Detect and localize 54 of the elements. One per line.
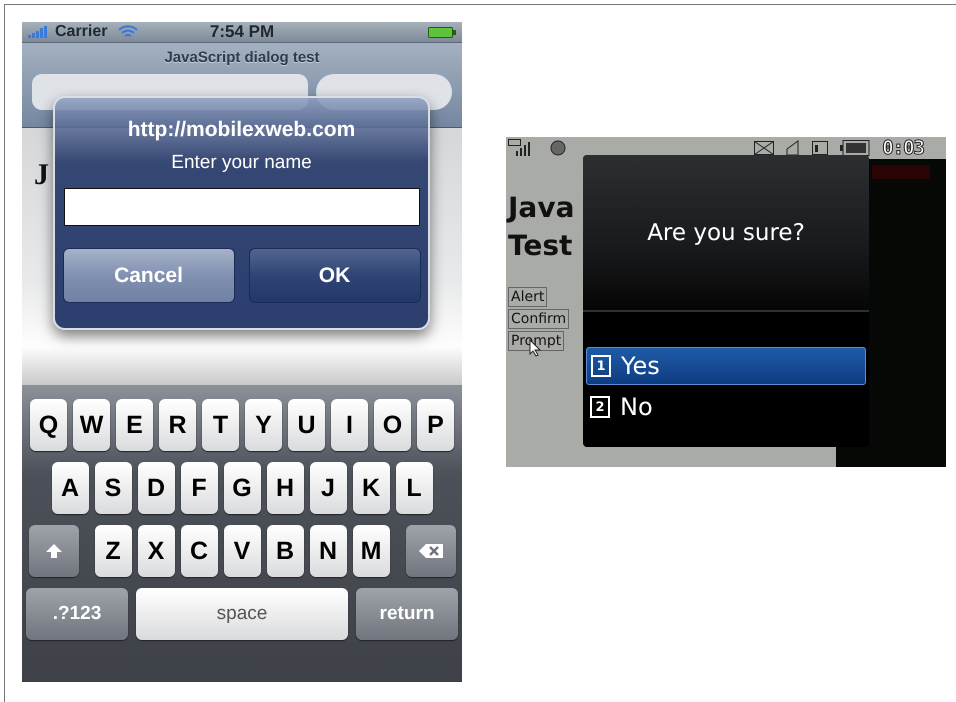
backspace-icon bbox=[418, 543, 444, 559]
circle-icon bbox=[550, 140, 566, 156]
status-time: 7:54 PM bbox=[208, 22, 276, 42]
keyboard-key[interactable]: K bbox=[352, 462, 390, 514]
keyboard-key[interactable]: Q bbox=[30, 399, 67, 451]
name-input-field[interactable] bbox=[64, 188, 420, 226]
keyboard-key[interactable]: T bbox=[202, 399, 239, 451]
shift-key[interactable] bbox=[28, 525, 78, 577]
wifi-icon bbox=[118, 25, 138, 39]
keyboard-key[interactable]: S bbox=[94, 462, 132, 514]
keyboard-key[interactable]: B bbox=[266, 525, 304, 577]
page-button[interactable]: Confirm bbox=[508, 309, 570, 329]
keyboard-key[interactable]: space bbox=[136, 588, 348, 640]
page-button[interactable]: Prompt bbox=[508, 331, 564, 351]
keyboard-key[interactable]: U bbox=[288, 399, 325, 451]
dialog-button[interactable]: OK bbox=[248, 248, 420, 303]
keyboard-key[interactable]: V bbox=[224, 525, 260, 577]
keyboard-key[interactable]: O bbox=[374, 399, 411, 451]
keyboard-key[interactable]: M bbox=[352, 525, 390, 577]
keyboard-key[interactable]: J bbox=[310, 462, 346, 514]
keyboard-key[interactable]: D bbox=[138, 462, 174, 514]
dialog-option[interactable]: 2 No bbox=[586, 389, 866, 425]
keyboard-key[interactable]: F bbox=[180, 462, 218, 514]
keyboard-key[interactable]: Z bbox=[94, 525, 132, 577]
envelope-icon bbox=[754, 141, 774, 155]
page-heading: Java bbox=[508, 190, 574, 226]
keyboard-key[interactable]: A bbox=[52, 462, 88, 514]
page-heading: Test bbox=[508, 228, 572, 264]
keyboard-key[interactable]: Y bbox=[245, 399, 282, 451]
keyboard-key[interactable]: P bbox=[417, 399, 454, 451]
battery-icon bbox=[428, 26, 456, 38]
keyboard-key[interactable]: H bbox=[266, 462, 304, 514]
page-title: JavaScript dialog test bbox=[163, 49, 321, 66]
memory-card-icon bbox=[812, 141, 828, 155]
keyboard-key[interactable]: I bbox=[331, 399, 368, 451]
up-arrow-icon bbox=[44, 542, 62, 560]
page-heading: J bbox=[34, 158, 49, 192]
dialog-title: http://mobilexweb.com bbox=[128, 118, 356, 142]
keyboard-key[interactable]: G bbox=[224, 462, 260, 514]
page-button[interactable]: Alert bbox=[508, 287, 548, 307]
dialog-message: Are you sure? bbox=[647, 220, 805, 246]
keyboard-key[interactable]: E bbox=[116, 399, 153, 451]
keyboard-key[interactable]: R bbox=[159, 399, 196, 451]
keyboard-key[interactable]: X bbox=[138, 525, 174, 577]
keyboard-key[interactable]: W bbox=[73, 399, 110, 451]
carrier-name: Carrier bbox=[55, 23, 108, 41]
dialog-option[interactable]: 1 Yes bbox=[586, 347, 866, 385]
signal-icon bbox=[28, 26, 50, 38]
status-time: 0:03 bbox=[882, 137, 924, 159]
keyboard-key[interactable]: C bbox=[180, 525, 218, 577]
dialog-message: Enter your name bbox=[171, 152, 312, 174]
backspace-key[interactable] bbox=[406, 525, 456, 577]
keyboard-key[interactable]: N bbox=[310, 525, 346, 577]
keyboard-key[interactable]: L bbox=[396, 462, 432, 514]
